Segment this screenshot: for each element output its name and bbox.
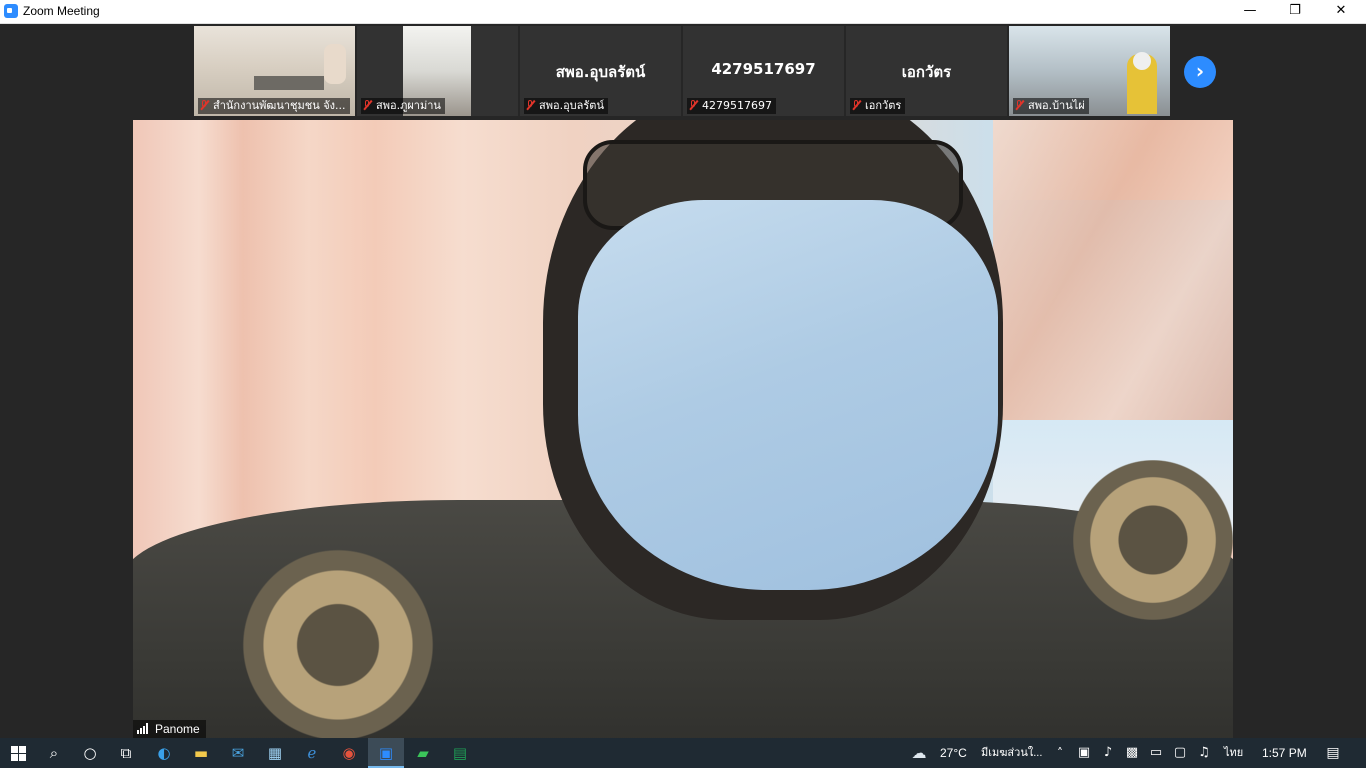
gallery-tile[interactable]: สำนักงานพัฒนาชุมชน จัง... [194,26,355,116]
gallery-strip: สำนักงานพัฒนาชุมชน จัง... สพอ.ภูผาม่าน ส… [194,26,1174,116]
weather-icon[interactable]: ☁ [904,738,934,768]
network-icon[interactable]: ▢ [1168,738,1192,768]
zoom-tray-icon[interactable]: ▣ [1072,738,1096,768]
active-speaker-video: Panome [133,120,1233,738]
participant-name-label: สำนักงานพัฒนาชุมชน จัง... [198,98,350,114]
minimize-button[interactable]: — [1227,0,1273,23]
window-title: Zoom Meeting [23,4,100,18]
mic-muted-icon [200,100,209,110]
participant-name-label: 4279517697 [687,98,776,114]
show-hidden-icons-icon[interactable]: ˄ [1048,738,1072,768]
search-icon[interactable]: ⌕ [36,738,72,768]
meeting-area: สำนักงานพัฒนาชุมชน จัง... สพอ.ภูผาม่าน ส… [0,24,1366,738]
weather-temperature[interactable]: 27°C [940,738,967,768]
windows-taskbar: ⌕ ○ ⧉ ◐ ▬ ✉ ▦ ℯ ◉ ▣ ▰ ▤ ☁ 27°C มีเมฆส่วน… [0,738,1366,768]
connection-signal-icon [137,723,151,734]
speaker-name-label: Panome [133,720,206,738]
gallery-tile[interactable]: 4279517697 4279517697 [683,26,844,116]
task-view-icon[interactable]: ⧉ [108,738,144,768]
background-curtain [993,120,1233,420]
edge-icon[interactable]: ◐ [146,738,182,768]
participant-display-name: สพอ.อุบลรัตน์ [555,63,646,81]
notifications-icon[interactable]: ▤ [1318,738,1348,768]
close-button[interactable]: ✕ [1318,0,1364,23]
file-explorer-icon[interactable]: ▬ [183,738,219,768]
speaker-mask [578,200,998,590]
cortana-icon[interactable]: ○ [72,738,108,768]
line-app-icon[interactable]: ▰ [405,738,441,768]
mic-muted-icon [526,100,535,110]
mic-muted-icon [363,100,372,110]
mic-muted-icon [1015,100,1024,110]
participant-name-label: สพอ.ภูผาม่าน [361,98,445,114]
chrome-icon[interactable]: ◉ [331,738,367,768]
restore-button[interactable]: ❐ [1272,0,1318,23]
input-language-indicator[interactable]: ไทย [1224,738,1243,768]
mic-muted-icon [689,100,698,110]
volume-icon[interactable]: ♫ [1192,738,1216,768]
participant-name-label: สพอ.บ้านไผ่ [1013,98,1089,114]
gallery-tile[interactable]: สพอ.บ้านไผ่ [1009,26,1170,116]
epaulet-right [1073,460,1233,620]
internet-explorer-icon[interactable]: ℯ [294,738,330,768]
store-icon[interactable]: ▦ [257,738,293,768]
participant-display-name: 4279517697 [711,60,816,78]
participant-name-label: สพอ.อุบลรัตน์ [524,98,608,114]
battery-icon[interactable]: ▭ [1144,738,1168,768]
microphone-icon[interactable]: ♪ [1096,738,1120,768]
mail-icon[interactable]: ✉ [220,738,256,768]
weather-condition[interactable]: มีเมฆส่วนใ... [981,738,1042,768]
gallery-tile[interactable]: สพอ.อุบลรัตน์ สพอ.อุบลรัตน์ [520,26,681,116]
gallery-tile[interactable]: สพอ.ภูผาม่าน [357,26,518,116]
start-button[interactable] [0,738,36,768]
participant-display-name: เอกวัตร [901,63,952,81]
title-bar: Zoom Meeting — ❐ ✕ [0,0,1366,24]
clock-time[interactable]: 1:57 PM [1262,738,1307,768]
next-page-button[interactable]: › [1184,56,1216,88]
zoom-taskbar-icon[interactable]: ▣ [368,738,404,768]
excel-icon[interactable]: ▤ [442,738,478,768]
mic-muted-icon [852,100,861,110]
zoom-app-icon [4,4,18,18]
camera-tray-icon[interactable]: ▩ [1120,738,1144,768]
gallery-tile[interactable]: เอกวัตร เอกวัตร [846,26,1007,116]
windows-logo-icon [11,746,26,761]
participant-name-label: เอกวัตร [850,98,906,114]
